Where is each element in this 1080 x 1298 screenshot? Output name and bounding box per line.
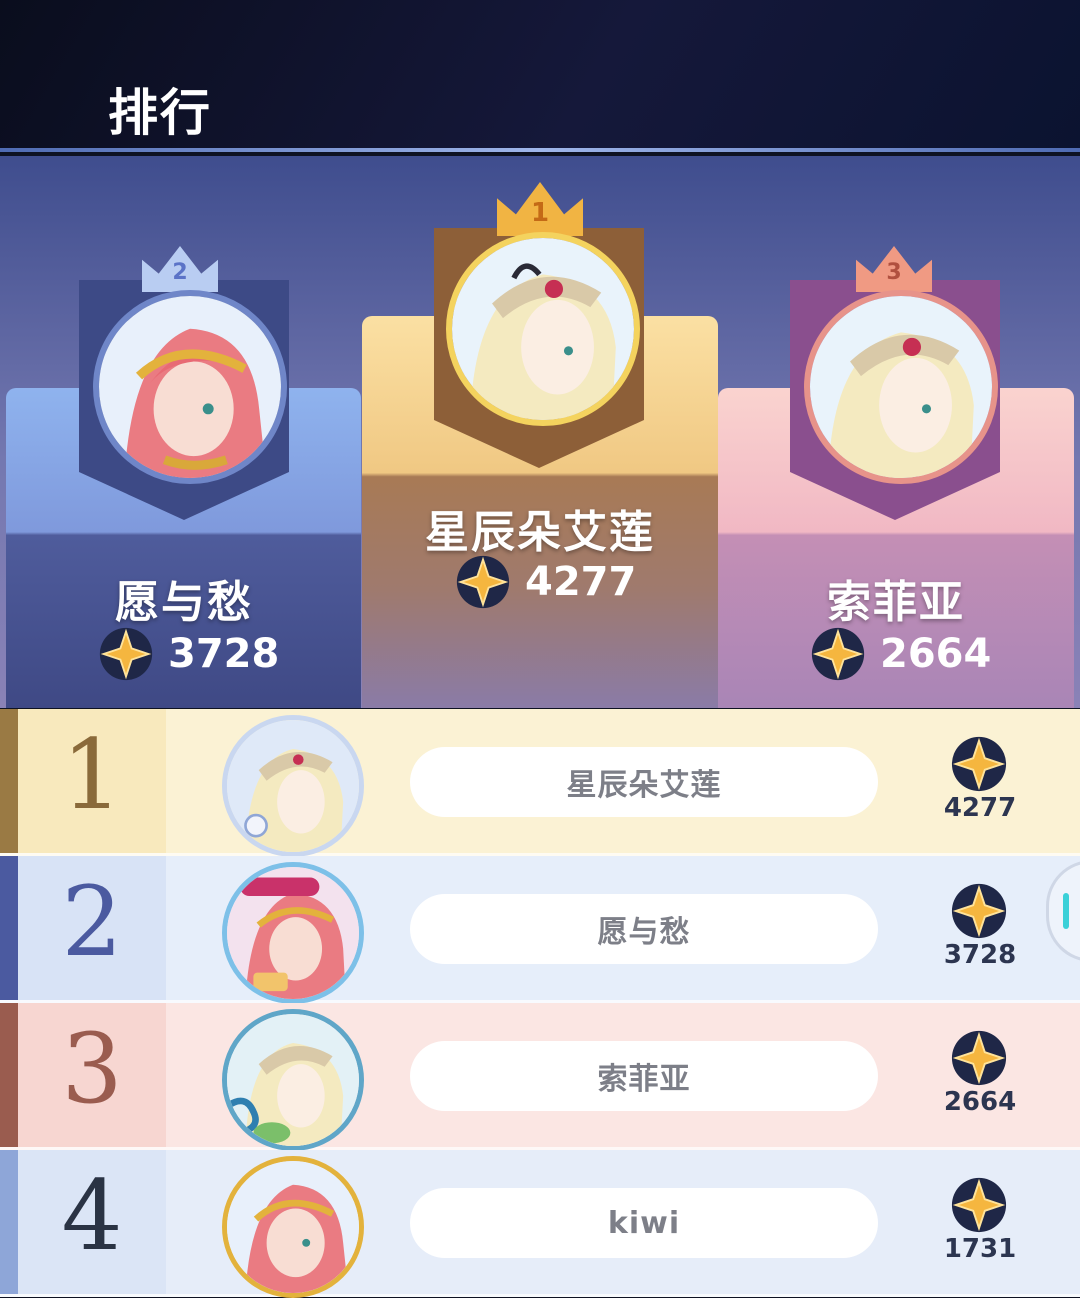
- rank-strip: [0, 709, 18, 853]
- podium-name-second: 愿与愁: [115, 577, 253, 628]
- blonde-tiara-wave-frame-avatar-icon: [227, 1014, 359, 1146]
- list-item[interactable]: 4 kiwi 1731: [0, 1150, 1080, 1298]
- podium-score-first: 4277: [455, 554, 636, 610]
- podium-score-third: 2664: [810, 626, 991, 682]
- crown-icon: 2: [142, 246, 218, 292]
- player-name: 星辰朵艾莲: [410, 747, 878, 817]
- star-coin-icon: [99, 627, 153, 681]
- avatar[interactable]: [222, 1009, 364, 1151]
- red-hair-laurel-avatar-icon: [99, 296, 281, 478]
- blonde-tiara-avatar-icon: [810, 296, 992, 478]
- avatar[interactable]: [446, 232, 640, 426]
- rank-number: 4: [61, 1160, 123, 1272]
- star-coin-icon: [811, 627, 865, 681]
- star-coin-icon: [951, 883, 1007, 939]
- podium-score-second: 3728: [98, 626, 279, 682]
- player-score: 1731: [943, 1234, 1017, 1264]
- rank-number: 2: [61, 866, 123, 978]
- avatar[interactable]: [222, 715, 364, 857]
- player-score: 4277: [943, 793, 1017, 823]
- blonde-tiara-avatar-icon: [452, 238, 634, 420]
- crown-icon: 1: [497, 182, 583, 236]
- list-item[interactable]: 1 星辰朵艾莲 4277: [0, 709, 1080, 857]
- avatar[interactable]: [222, 862, 364, 1004]
- avatar[interactable]: [93, 290, 287, 484]
- rank-strip: [0, 1150, 18, 1294]
- header-bar: 排行: [0, 0, 1080, 152]
- rank-number: 3: [61, 1013, 123, 1125]
- red-hair-anniversary-frame-avatar-icon: [227, 867, 359, 999]
- star-coin-icon: [951, 736, 1007, 792]
- avatar[interactable]: [222, 1156, 364, 1298]
- rank-number: 1: [61, 719, 123, 831]
- avatar[interactable]: [804, 290, 998, 484]
- podium: 2 愿与愁 3728 1 星辰朵艾莲 4277 3 索菲亚 2664: [0, 156, 1080, 708]
- player-score: 2664: [943, 1087, 1017, 1117]
- player-name: kiwi: [410, 1188, 878, 1258]
- crown-icon: 3: [856, 246, 932, 292]
- list-item[interactable]: 2 愿与愁 3728: [0, 856, 1080, 1004]
- podium-name-third: 索菲亚: [827, 577, 965, 628]
- list-item[interactable]: 3 索菲亚 2664: [0, 1003, 1080, 1151]
- player-name: 愿与愁: [410, 894, 878, 964]
- star-coin-icon: [456, 555, 510, 609]
- page-title: 排行: [108, 84, 212, 142]
- red-hair-laurel-avatar-icon: [227, 1161, 359, 1293]
- rank-strip: [0, 856, 18, 1000]
- player-name: 索菲亚: [410, 1041, 878, 1111]
- star-coin-icon: [951, 1177, 1007, 1233]
- rank-strip: [0, 1003, 18, 1147]
- star-coin-icon: [951, 1030, 1007, 1086]
- blonde-tiara-frame-avatar-icon: [227, 720, 359, 852]
- player-score: 3728: [943, 940, 1017, 970]
- podium-name-first: 星辰朵艾莲: [425, 507, 655, 558]
